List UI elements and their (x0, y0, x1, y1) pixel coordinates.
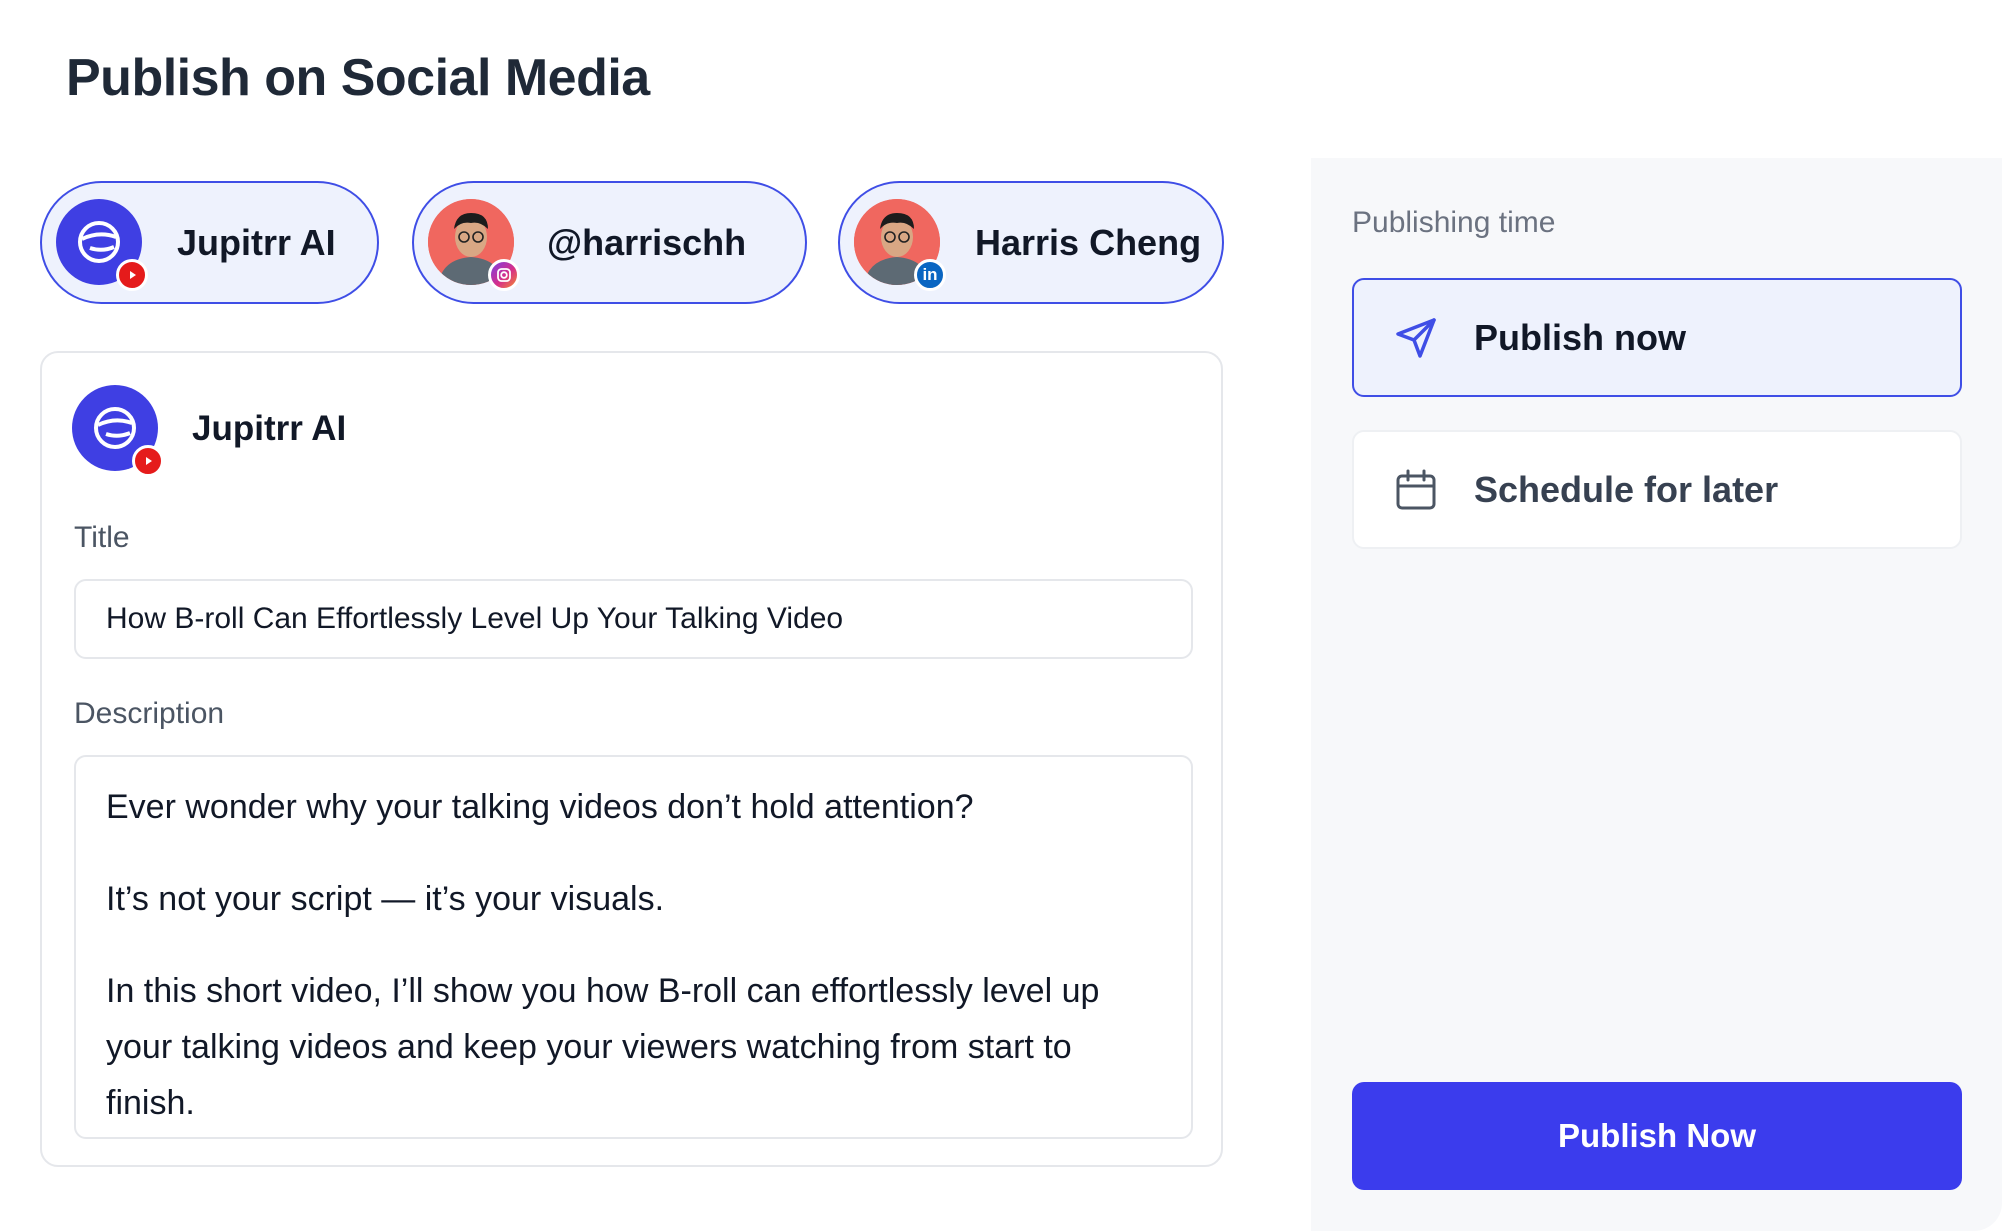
publish-now-button[interactable]: Publish Now (1352, 1082, 1962, 1190)
avatar (56, 199, 148, 291)
post-card: Jupitrr AI Title How B-roll Can Effortle… (40, 351, 1223, 1167)
account-chip-harris-cheng[interactable]: in Harris Cheng (838, 181, 1224, 304)
description-textarea[interactable]: Ever wonder why your talking videos don’… (74, 755, 1193, 1139)
avatar: in (854, 199, 946, 291)
youtube-icon (116, 259, 148, 291)
account-chip-label: Harris Cheng (975, 221, 1202, 263)
send-icon (1396, 317, 1436, 358)
publishing-panel: Publishing time Publish now Schedule for… (1311, 158, 2002, 1231)
publish-dialog: Publish on Social Media Jupitrr AI @harr… (0, 0, 2002, 1231)
description-label: Description (74, 697, 225, 730)
youtube-icon (132, 445, 164, 477)
linkedin-icon: in (914, 259, 946, 291)
publishing-time-label: Publishing time (1352, 206, 1556, 239)
schedule-later-label: Schedule for later (1474, 468, 1779, 510)
page-title: Publish on Social Media (66, 49, 650, 107)
title-label: Title (74, 521, 130, 554)
description-paragraph: Ever wonder why your talking videos don’… (106, 788, 974, 826)
description-paragraph: It’s not your script — it’s your visuals… (106, 880, 665, 918)
title-input[interactable]: How B-roll Can Effortlessly Level Up You… (74, 579, 1193, 659)
account-chip-label: Jupitrr AI (177, 221, 336, 263)
instagram-icon (488, 259, 520, 291)
account-chip-jupitrr-ai[interactable]: Jupitrr AI (40, 181, 379, 304)
publish-now-label: Publish now (1474, 316, 1686, 358)
calendar-icon (1396, 469, 1436, 509)
publish-now-option[interactable]: Publish now (1352, 278, 1962, 397)
avatar (72, 385, 164, 477)
schedule-later-option[interactable]: Schedule for later (1352, 430, 1962, 549)
description-paragraph: In this short video, I’ll show you how B… (106, 972, 1100, 1122)
title-input-value: How B-roll Can Effortlessly Level Up You… (106, 602, 844, 635)
avatar (428, 199, 520, 291)
post-account-name: Jupitrr AI (192, 409, 347, 448)
account-chip-label: @harrischh (547, 221, 747, 263)
account-chip-harrischh[interactable]: @harrischh (412, 181, 807, 304)
